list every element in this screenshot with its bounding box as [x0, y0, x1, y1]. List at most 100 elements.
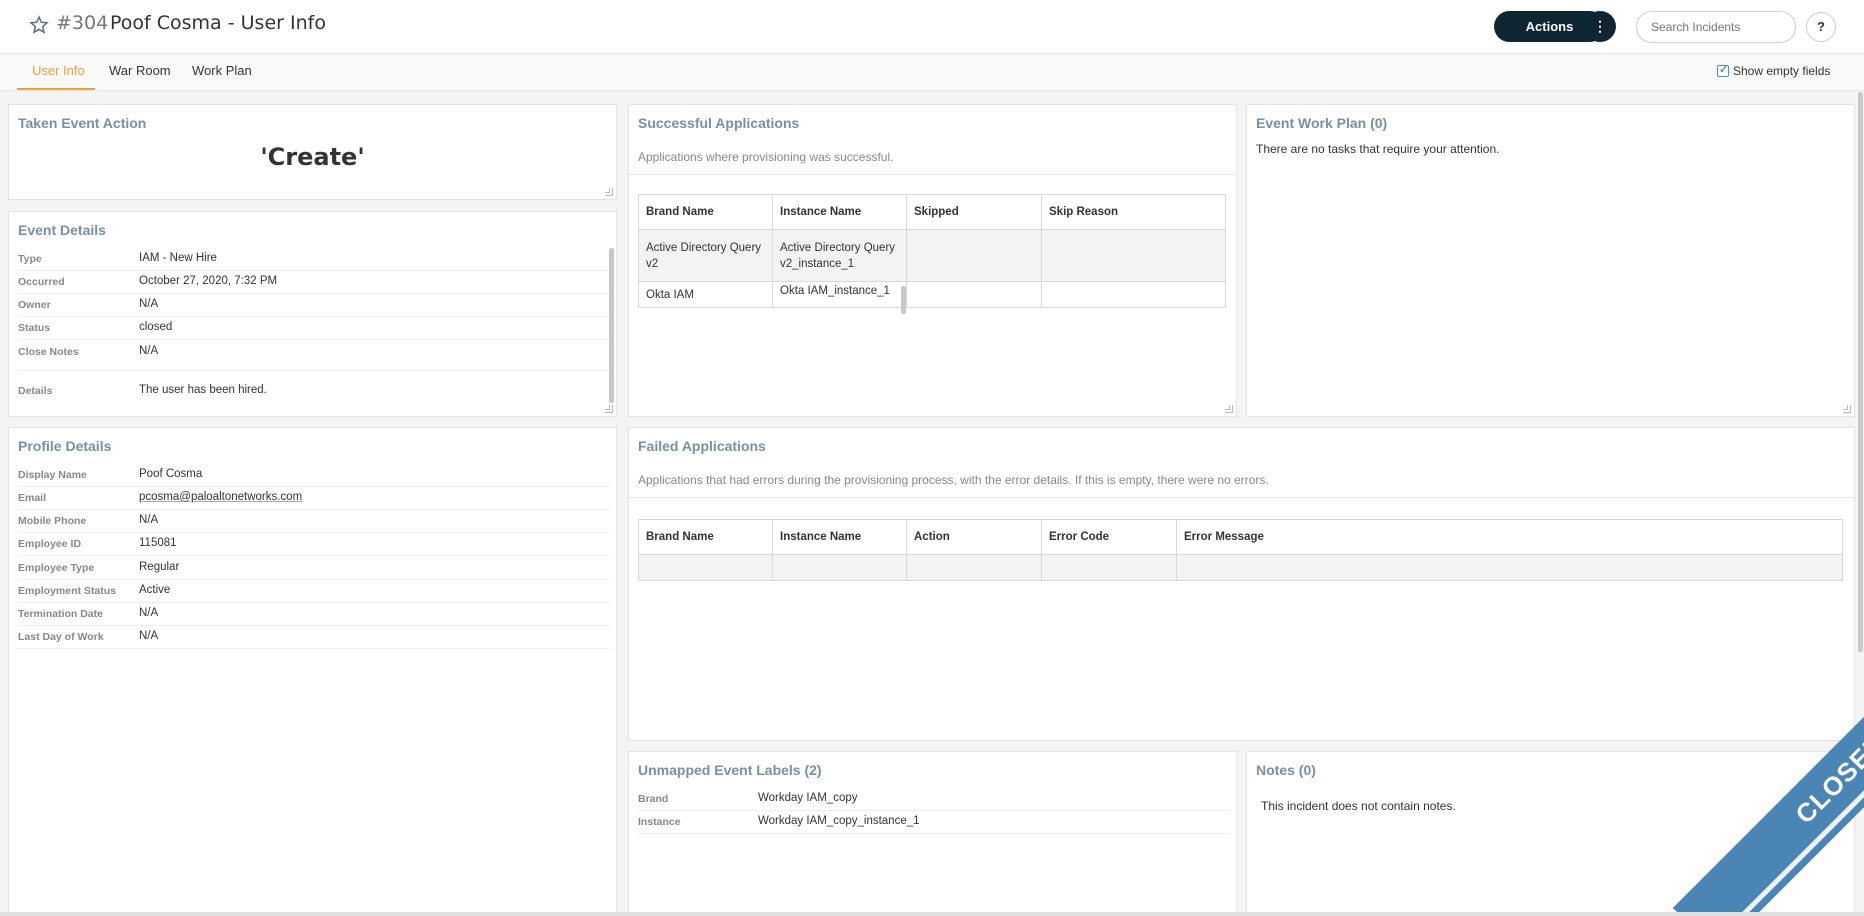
field-label: Mobile Phone	[18, 515, 87, 527]
field-label: Occurred	[18, 276, 65, 288]
help-button[interactable]: ?	[1806, 12, 1836, 42]
table-cell	[906, 281, 1042, 308]
table-cell	[906, 229, 1042, 282]
profile-row: Last Day of Work N/A	[18, 626, 610, 649]
show-empty-fields-checkbox[interactable]	[1717, 63, 1729, 77]
field-value: Poof Cosma	[139, 468, 203, 480]
field-label: Last Day of Work	[18, 631, 104, 643]
column-header[interactable]: Skipped	[906, 194, 1042, 230]
tab-bar: User Info War Room Work Plan Show empty …	[0, 55, 1864, 91]
field-value: N/A	[139, 607, 159, 619]
label-row: Brand Workday IAM_copy	[638, 788, 1230, 811]
field-value: N/A	[139, 630, 159, 642]
profile-row: Mobile Phone N/A	[18, 510, 610, 533]
resize-handle[interactable]	[1225, 405, 1233, 413]
failed-applications-table: Brand Name Instance Name Action Error Co…	[638, 519, 1843, 581]
show-empty-fields-label: Show empty fields	[1733, 64, 1831, 78]
field-label: Brand	[638, 793, 669, 805]
taken-event-action-value: 'Create'	[260, 143, 365, 171]
column-header[interactable]: Instance Name	[772, 519, 907, 555]
table-cell	[772, 554, 907, 581]
event-detail-row: Details The user has been hired.	[18, 380, 610, 403]
event-detail-row: Owner N/A	[18, 294, 610, 317]
table-cell: Active Directory Query v2	[638, 229, 773, 282]
more-options-icon[interactable]: ⋮	[1584, 11, 1616, 42]
column-header[interactable]: Error Code	[1041, 519, 1177, 555]
card-subtitle: Applications where provisioning was succ…	[638, 150, 894, 164]
card-title: Event Work Plan (0)	[1256, 115, 1388, 131]
resize-handle[interactable]	[1843, 405, 1851, 413]
card-title: Taken Event Action	[18, 115, 147, 131]
profile-details-card: Profile Details Display Name Poof Cosma …	[8, 427, 617, 916]
field-value: Workday IAM_copy	[758, 792, 858, 804]
star-icon[interactable]	[29, 15, 49, 35]
taken-event-action-card: Taken Event Action 'Create'	[8, 104, 617, 200]
field-label: Status	[18, 322, 51, 334]
profile-row: Employee Type Regular	[18, 557, 610, 580]
email-link[interactable]: pcosma@paloaltonetworks.com	[139, 491, 302, 503]
table-cell	[906, 554, 1042, 581]
profile-row: Termination Date N/A	[18, 603, 610, 626]
field-value: Regular	[139, 561, 180, 573]
table-cell	[1041, 229, 1226, 282]
tab-work-plan[interactable]: Work Plan	[192, 63, 252, 88]
successful-applications-table: Brand Name Instance Name Skipped Skip Re…	[638, 194, 1226, 308]
field-label: Details	[18, 385, 53, 397]
field-label: Email	[18, 492, 47, 504]
card-title: Event Details	[18, 222, 106, 238]
card-subtitle: Applications that had errors during the …	[638, 473, 1269, 487]
table-row: Active Directory Query v2 Active Directo…	[638, 229, 1226, 282]
bottom-scrollbar-track	[0, 912, 1864, 916]
column-header[interactable]: Skip Reason	[1041, 194, 1226, 230]
field-value: October 27, 2020, 7:32 PM	[139, 275, 278, 287]
field-value: Active	[139, 584, 171, 596]
card-title: Profile Details	[18, 438, 112, 454]
field-label: Type	[18, 253, 42, 265]
event-details-card: Event Details Type IAM - New Hire Occurr…	[8, 211, 617, 417]
label-row: Instance Workday IAM_copy_instance_1	[638, 811, 1230, 834]
field-label: Termination Date	[18, 608, 103, 620]
show-empty-fields-toggle[interactable]: Show empty fields	[1717, 63, 1831, 78]
card-title: Notes (0)	[1256, 762, 1316, 778]
event-work-plan-card: Event Work Plan (0) There are no tasks t…	[1246, 104, 1855, 417]
resize-handle[interactable]	[605, 188, 613, 196]
unmapped-event-labels-card: Unmapped Event Labels (2) Brand Workday …	[628, 751, 1237, 916]
table-cell: Okta IAM	[638, 281, 773, 308]
card-title: Failed Applications	[638, 438, 766, 454]
event-detail-row: Occurred October 27, 2020, 7:32 PM	[18, 271, 610, 294]
table-header-row: Brand Name Instance Name Skipped Skip Re…	[638, 194, 1226, 230]
column-header[interactable]: Error Message	[1176, 519, 1843, 555]
scrollbar[interactable]	[609, 248, 614, 403]
scrollbar[interactable]	[901, 286, 906, 314]
empty-message: There are no tasks that require your att…	[1256, 142, 1500, 156]
column-header[interactable]: Action	[906, 519, 1042, 555]
incident-header: #304 Poof Cosma - User Info Actions ⋮ ?	[0, 0, 1864, 54]
search-incidents-input[interactable]	[1636, 11, 1796, 43]
table-cell: Okta IAM_instance_1	[772, 281, 907, 308]
cell-text: Okta IAM_instance_1	[780, 284, 890, 297]
field-label: Employee Type	[18, 562, 95, 574]
card-title: Successful Applications	[638, 115, 800, 131]
field-label: Close Notes	[18, 346, 79, 358]
field-label: Instance	[638, 816, 681, 828]
tab-war-room[interactable]: War Room	[109, 63, 171, 88]
table-cell	[1041, 281, 1226, 308]
table-header-row: Brand Name Instance Name Action Error Co…	[638, 519, 1843, 555]
table-cell	[638, 554, 773, 581]
column-header[interactable]: Brand Name	[638, 519, 773, 555]
profile-row: Employee ID 115081	[18, 533, 610, 556]
active-tab-indicator	[17, 88, 95, 90]
resize-handle[interactable]	[605, 405, 613, 413]
column-header[interactable]: Brand Name	[638, 194, 773, 230]
tab-user-info[interactable]: User Info	[32, 63, 85, 88]
field-value: N/A	[139, 514, 159, 526]
field-value: The user has been hired.	[139, 384, 267, 396]
page-scrollbar[interactable]	[1858, 92, 1863, 652]
column-header[interactable]: Instance Name	[772, 194, 907, 230]
field-label: Employment Status	[18, 585, 117, 597]
table-cell	[1041, 554, 1177, 581]
notes-card: Notes (0) This incident does not contain…	[1246, 751, 1855, 916]
field-value: N/A	[139, 345, 159, 357]
divider	[629, 174, 1236, 175]
failed-applications-card: Failed Applications Applications that ha…	[628, 427, 1855, 741]
